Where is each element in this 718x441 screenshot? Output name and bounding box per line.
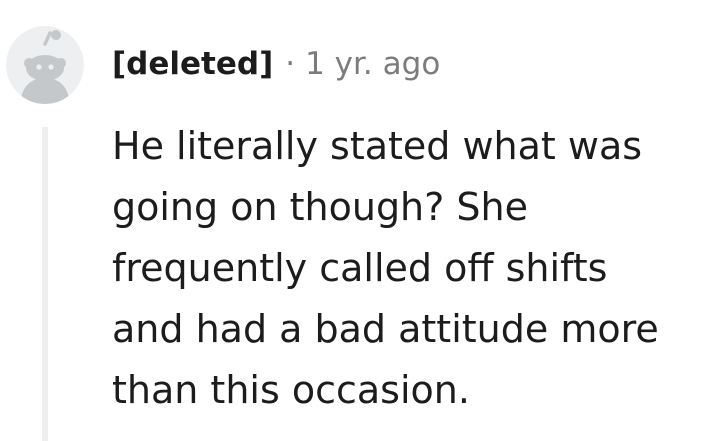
- avatar[interactable]: [6, 26, 84, 104]
- comment-meta: [deleted] · 1 yr. ago: [112, 42, 440, 86]
- meta-separator: ·: [285, 46, 296, 82]
- comment: [deleted] · 1 yr. ago He literally stated …: [0, 0, 718, 441]
- author-name[interactable]: [deleted]: [112, 46, 273, 82]
- reddit-snoo-icon: [6, 26, 84, 104]
- comment-body: He literally stated what was going on th…: [112, 124, 659, 412]
- thread-line[interactable]: [42, 127, 48, 441]
- timestamp[interactable]: 1 yr. ago: [305, 46, 440, 82]
